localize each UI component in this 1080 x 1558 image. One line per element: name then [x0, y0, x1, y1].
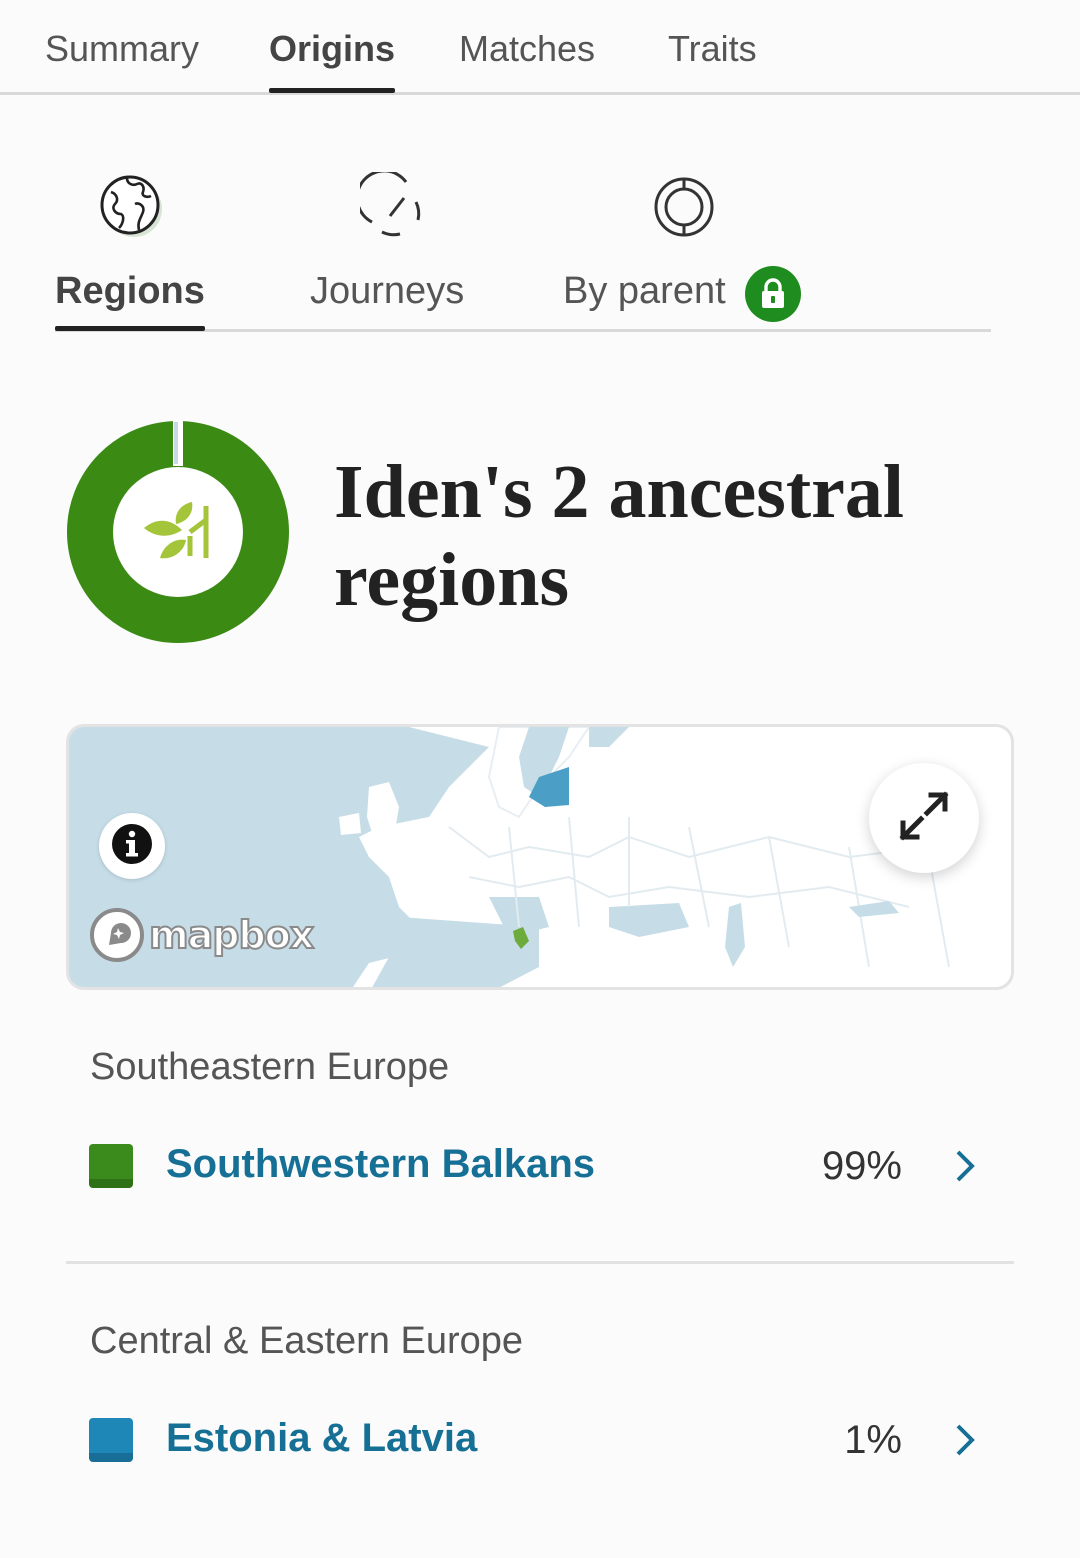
- tab-origins-label: Origins: [269, 28, 396, 69]
- region-name[interactable]: Estonia & Latvia: [166, 1416, 477, 1461]
- region-percent: 1%: [844, 1418, 902, 1462]
- region-color-swatch: [89, 1418, 133, 1462]
- ancestry-leaf-icon: [138, 500, 218, 569]
- sub-tab-regions[interactable]: Regions: [55, 160, 205, 332]
- tab-matches[interactable]: Matches: [459, 28, 595, 70]
- region-row-southwestern-balkans[interactable]: Southwestern Balkans 99%: [66, 1126, 1014, 1206]
- active-sub-tab-indicator: [55, 326, 205, 331]
- top-tab-bar: Summary Origins Matches Traits: [0, 0, 1080, 95]
- sub-tab-journeys-label: Journeys: [310, 270, 465, 312]
- lock-icon: [745, 266, 801, 322]
- expand-icon: [897, 789, 951, 848]
- globe-icon: [97, 172, 167, 247]
- chevron-right-icon[interactable]: [954, 1422, 976, 1463]
- divider: [66, 1261, 1014, 1264]
- ancestry-map[interactable]: mapbox: [66, 724, 1014, 990]
- ethnicity-donut-chart: [66, 420, 290, 644]
- tab-traits[interactable]: Traits: [668, 28, 757, 70]
- mapbox-wordmark: mapbox: [148, 912, 315, 958]
- group-title-central-eastern-europe: Central & Eastern Europe: [90, 1320, 524, 1362]
- page-title: Iden's 2 ancestral regions: [334, 450, 904, 622]
- sub-tab-journeys[interactable]: Journeys: [310, 160, 480, 332]
- region-color-swatch: [89, 1144, 133, 1188]
- parent-circle-icon: [649, 172, 719, 247]
- group-title-southeastern-europe: Southeastern Europe: [90, 1046, 450, 1088]
- region-row-estonia-latvia[interactable]: Estonia & Latvia 1%: [66, 1400, 1014, 1480]
- origins-sub-tabs: Regions Journeys By parent: [55, 160, 991, 332]
- journeys-icon: [355, 169, 430, 247]
- tab-summary[interactable]: Summary: [45, 28, 199, 70]
- active-tab-indicator: [269, 88, 396, 93]
- ancestry-header: Iden's 2 ancestral regions: [66, 420, 1016, 650]
- region-percent: 99%: [821, 1144, 902, 1188]
- chevron-right-icon[interactable]: [954, 1148, 976, 1189]
- tab-summary-label: Summary: [45, 28, 200, 69]
- sub-tab-regions-label: Regions: [55, 270, 205, 312]
- mapbox-logo-icon: [90, 908, 144, 962]
- tab-origins[interactable]: Origins: [269, 28, 396, 93]
- info-icon: [111, 823, 153, 870]
- region-name[interactable]: Southwestern Balkans: [166, 1142, 595, 1187]
- tab-matches-label: Matches: [459, 28, 596, 69]
- map-expand-button[interactable]: [869, 763, 979, 873]
- sub-tab-by-parent[interactable]: By parent: [563, 160, 813, 332]
- sub-tab-by-parent-label: By parent: [563, 270, 726, 312]
- map-info-button[interactable]: [99, 813, 165, 879]
- mapbox-attribution[interactable]: mapbox: [89, 907, 315, 963]
- tab-traits-label: Traits: [668, 28, 757, 69]
